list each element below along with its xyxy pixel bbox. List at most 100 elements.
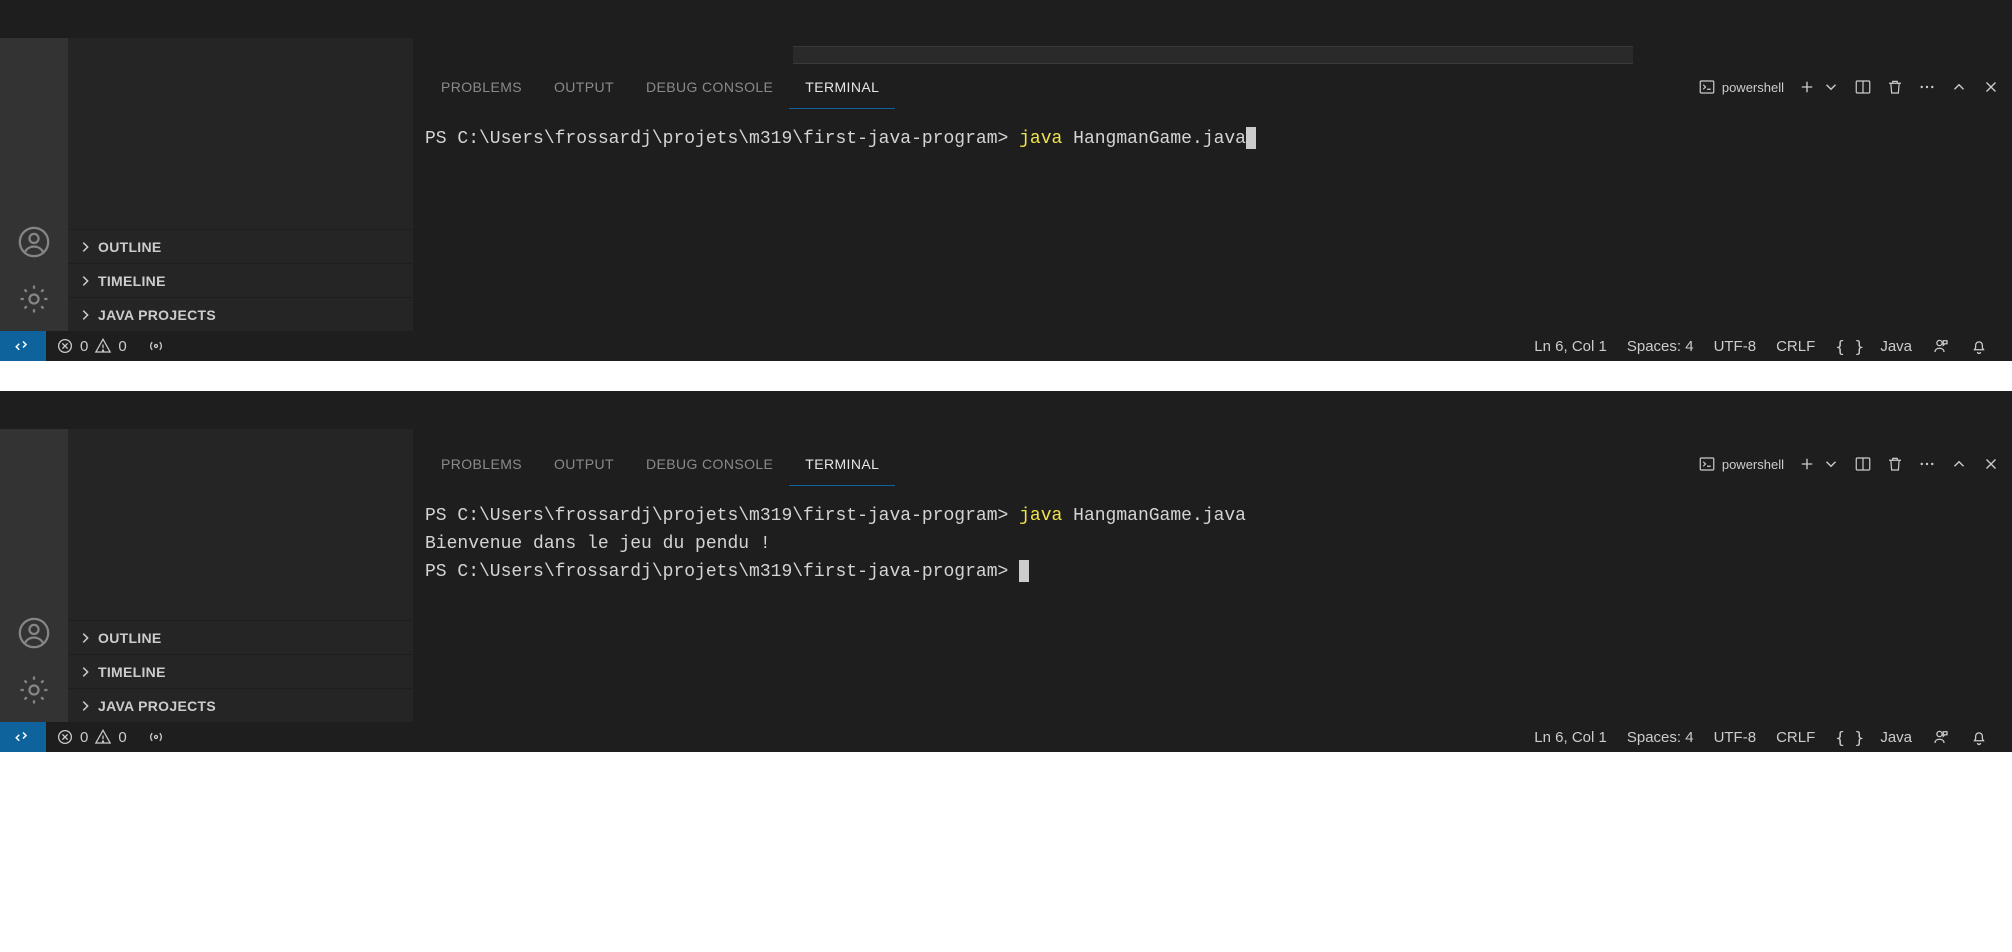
minimap-scrollbar[interactable] [793,46,1633,64]
tab-terminal[interactable]: TERMINAL [789,65,895,109]
ellipsis-icon [1918,78,1936,96]
tab-terminal[interactable]: TERMINAL [789,442,895,486]
outline-section[interactable]: OUTLINE [68,229,413,263]
tab-problems[interactable]: PROBLEMS [425,65,538,109]
timeline-section[interactable]: TIMELINE [68,654,413,688]
trash-icon [1886,78,1904,96]
encoding-status[interactable]: UTF-8 [1704,331,1767,361]
chevron-up-icon [1950,455,1968,473]
bell-icon [1970,728,1988,746]
feedback-button[interactable] [1922,331,1960,361]
java-projects-section[interactable]: JAVA PROJECTS [68,688,413,722]
more-actions-button[interactable] [1918,455,1936,473]
eol-status[interactable]: CRLF [1766,331,1825,361]
problems-status[interactable]: 0 0 [46,331,137,361]
terminal-prompt: PS C:\Users\frossardj\projets\m319\first… [425,562,1008,582]
remote-button[interactable] [0,331,46,361]
status-bar: 0 0 Ln 6, Col 1 Spaces: 4 UTF-8 CRLF { }… [0,722,2012,752]
terminal-output-line: Bienvenue dans le jeu du pendu ! [425,534,771,554]
bell-icon [1970,337,1988,355]
close-panel-button[interactable] [1982,78,2000,96]
activity-bar [0,429,68,722]
terminal-cursor [1019,560,1029,582]
terminal-shell-selector[interactable]: powershell [1698,78,1784,96]
terminal-icon [1698,455,1716,473]
plus-icon [1798,78,1816,96]
chevron-right-icon [78,699,92,713]
vscode-window: OUTLINE TIMELINE JAVA PROJECTS PROBLEMS … [0,391,2012,752]
cursor-position[interactable]: Ln 6, Col 1 [1524,722,1617,752]
chevron-right-icon [78,308,92,322]
editor-area: PROBLEMS OUTPUT DEBUG CONSOLE TERMINAL p… [413,38,2012,331]
notifications-button[interactable] [1960,331,1998,361]
problems-status[interactable]: 0 0 [46,722,137,752]
warning-count: 0 [118,338,126,355]
broadcast-icon [147,728,165,746]
tab-output[interactable]: OUTPUT [538,442,630,486]
encoding-status[interactable]: UTF-8 [1704,722,1767,752]
timeline-label: TIMELINE [98,664,166,680]
notifications-button[interactable] [1960,722,1998,752]
kill-terminal-button[interactable] [1886,455,1904,473]
ellipsis-icon [1918,455,1936,473]
split-terminal-button[interactable] [1854,455,1872,473]
terminal-view[interactable]: PS C:\Users\frossardj\projets\m319\first… [413,109,2012,331]
panel-tabs: PROBLEMS OUTPUT DEBUG CONSOLE TERMINAL p… [413,442,2012,486]
indentation-status[interactable]: Spaces: 4 [1617,722,1704,752]
timeline-section[interactable]: TIMELINE [68,263,413,297]
terminal-command: java [1019,506,1062,526]
outline-section[interactable]: OUTLINE [68,620,413,654]
warning-count: 0 [118,729,126,746]
accounts-icon[interactable] [17,616,51,653]
error-circle-icon [56,337,74,355]
maximize-panel-button[interactable] [1950,78,1968,96]
settings-gear-icon[interactable] [17,282,51,319]
close-panel-button[interactable] [1982,455,2000,473]
chevron-up-icon [1950,78,1968,96]
cursor-position[interactable]: Ln 6, Col 1 [1524,331,1617,361]
feedback-button[interactable] [1922,722,1960,752]
terminal-cursor [1246,127,1256,149]
vscode-window: OUTLINE TIMELINE JAVA PROJECTS PROBLEMS … [0,0,2012,361]
language-mode[interactable]: { } Java [1825,722,1922,752]
kill-terminal-button[interactable] [1886,78,1904,96]
new-terminal-button[interactable] [1798,455,1840,473]
side-panel: OUTLINE TIMELINE JAVA PROJECTS [68,429,413,722]
ports-status[interactable] [137,722,175,752]
activity-bar [0,38,68,331]
timeline-label: TIMELINE [98,273,166,289]
terminal-icon [1698,78,1716,96]
maximize-panel-button[interactable] [1950,455,1968,473]
terminal-view[interactable]: PS C:\Users\frossardj\projets\m319\first… [413,486,2012,722]
java-projects-section[interactable]: JAVA PROJECTS [68,297,413,331]
tab-debug-console[interactable]: DEBUG CONSOLE [630,65,789,109]
tab-problems[interactable]: PROBLEMS [425,442,538,486]
split-icon [1854,455,1872,473]
chevron-right-icon [78,240,92,254]
close-icon [1982,78,2000,96]
error-circle-icon [56,728,74,746]
person-feedback-icon [1932,337,1950,355]
warning-triangle-icon [94,728,112,746]
remote-icon [14,728,32,746]
settings-gear-icon[interactable] [17,673,51,710]
remote-button[interactable] [0,722,46,752]
terminal-prompt: PS C:\Users\frossardj\projets\m319\first… [425,506,1008,526]
outline-label: OUTLINE [98,630,162,646]
tab-debug-console[interactable]: DEBUG CONSOLE [630,442,789,486]
remote-icon [14,337,32,355]
indentation-status[interactable]: Spaces: 4 [1617,331,1704,361]
split-icon [1854,78,1872,96]
accounts-icon[interactable] [17,225,51,262]
status-bar: 0 0 Ln 6, Col 1 Spaces: 4 UTF-8 CRLF { }… [0,331,2012,361]
more-actions-button[interactable] [1918,78,1936,96]
chevron-down-icon [1822,78,1840,96]
new-terminal-button[interactable] [1798,78,1840,96]
split-terminal-button[interactable] [1854,78,1872,96]
ports-status[interactable] [137,331,175,361]
eol-status[interactable]: CRLF [1766,722,1825,752]
terminal-shell-selector[interactable]: powershell [1698,455,1784,473]
chevron-right-icon [78,631,92,645]
tab-output[interactable]: OUTPUT [538,65,630,109]
language-mode[interactable]: { } Java [1825,331,1922,361]
